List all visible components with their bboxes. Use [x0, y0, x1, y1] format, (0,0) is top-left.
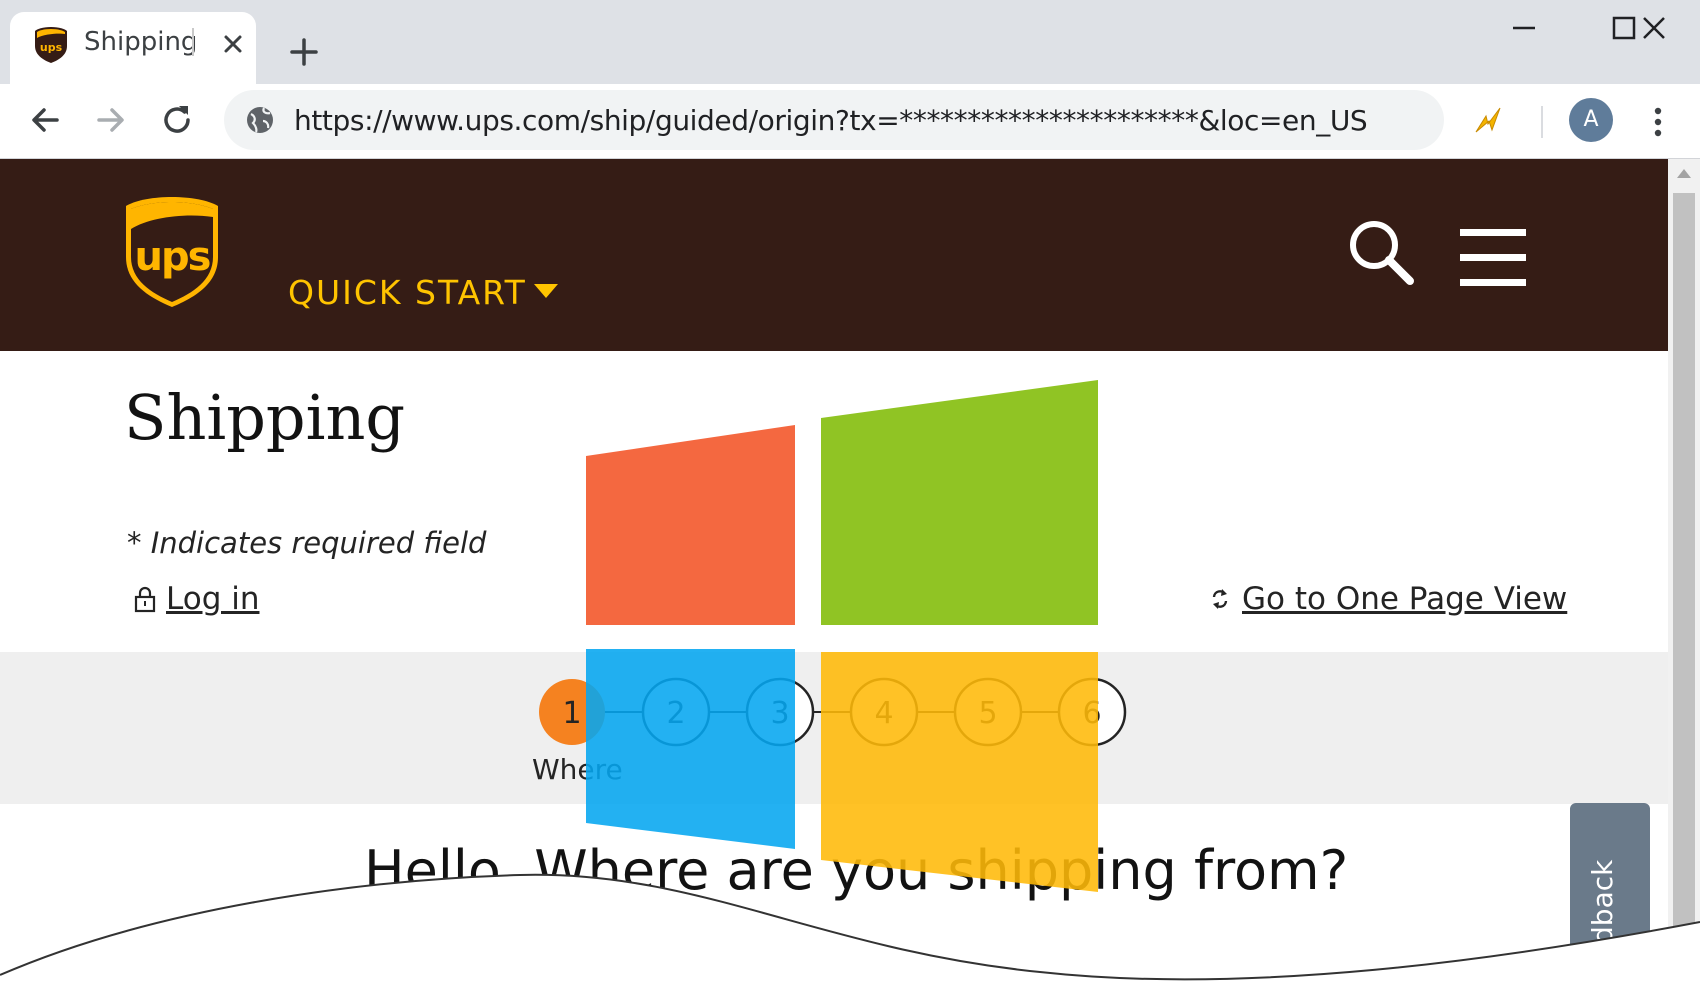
one-page-view-label[interactable]: Go to One Page View [1242, 581, 1567, 617]
profile-avatar[interactable]: A [1569, 98, 1613, 142]
back-arrow-icon[interactable] [25, 100, 65, 140]
scroll-up-arrow-icon[interactable] [1676, 167, 1692, 179]
step-2-number: 2 [666, 696, 685, 731]
new-tab-plus-icon[interactable] [284, 32, 324, 72]
page-title: Shipping [124, 381, 406, 454]
step-1[interactable]: 1 [539, 679, 605, 745]
close-icon[interactable] [215, 26, 251, 62]
svg-text:ups: ups [135, 234, 210, 280]
search-icon[interactable] [1344, 215, 1420, 291]
window-close-icon[interactable] [1634, 8, 1674, 48]
current-step-label: Where [532, 753, 623, 786]
step-indicator: 1 2 3 4 5 6 [539, 677, 1127, 747]
caret-down-icon[interactable] [532, 281, 560, 301]
required-field-note: * Indicates required field [127, 526, 487, 560]
page-scrollbar[interactable] [1668, 159, 1700, 1000]
feedback-tab-label: Feedback [1586, 859, 1619, 993]
toolbar-divider [1541, 106, 1543, 138]
step-6: 6 [1057, 677, 1127, 747]
svg-text:ups: ups [40, 41, 63, 54]
tab-title: Shipping [84, 27, 198, 57]
browser-tab-strip: ups Shipping [0, 0, 1700, 84]
ups-favicon-icon: ups [35, 27, 67, 63]
ups-logo[interactable]: ups [124, 195, 220, 309]
step-2: 2 [641, 677, 711, 747]
step-5-number: 5 [978, 696, 997, 731]
login-link[interactable]: Log in [134, 581, 259, 621]
site-header: ups QUICK START [0, 159, 1668, 351]
globe-icon [247, 107, 273, 133]
refresh-arrows-icon [1212, 589, 1228, 609]
address-bar[interactable]: https://www.ups.com/ship/guided/origin?t… [224, 90, 1444, 150]
forward-arrow-icon[interactable] [91, 100, 131, 140]
one-page-view-link[interactable]: Go to One Page View [1210, 581, 1567, 621]
step-6-number: 6 [1082, 696, 1101, 731]
more-options-icon[interactable] [1643, 102, 1673, 142]
login-link-label[interactable]: Log in [166, 581, 259, 617]
feedback-tab[interactable]: Feedback [1570, 803, 1650, 1000]
origin-question-heading: Hello. Where are you shipping from? [364, 839, 1349, 902]
page-viewport: ups QUICK START Shipping * Indicates req… [0, 159, 1668, 1000]
lock-icon [134, 586, 156, 613]
address-url-text: https://www.ups.com/ship/guided/origin?t… [294, 104, 1368, 137]
step-3-number: 3 [770, 696, 789, 731]
hamburger-menu-icon[interactable] [1458, 227, 1528, 289]
browser-tab[interactable]: ups Shipping [10, 12, 256, 84]
quick-start-menu[interactable]: QUICK START [288, 273, 527, 312]
step-3: 3 [745, 677, 815, 747]
step-4: 4 [849, 677, 919, 747]
browser-toolbar: https://www.ups.com/ship/guided/origin?t… [0, 84, 1700, 159]
step-1-number: 1 [562, 696, 581, 731]
scrollbar-thumb[interactable] [1673, 193, 1695, 993]
progress-tracker: 1 2 3 4 5 6 Where [0, 652, 1668, 804]
reload-icon[interactable] [157, 100, 197, 140]
step-4-number: 4 [874, 696, 893, 731]
tab-separator [192, 28, 194, 56]
minimize-icon[interactable] [1504, 8, 1544, 48]
step-5: 5 [953, 677, 1023, 747]
lightning-extension-icon[interactable] [1470, 102, 1508, 140]
